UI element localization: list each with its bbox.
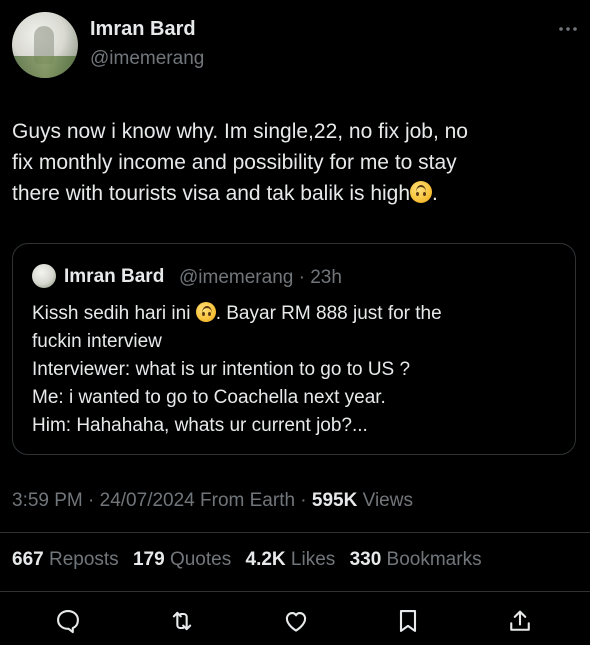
tweet-text: Guys now i know why. Im single,22, no fi… [12,116,572,209]
avatar-foliage [12,56,78,78]
like-icon[interactable] [282,607,310,635]
reply-icon[interactable] [54,607,82,635]
quoted-line: fuckin interview [32,331,162,352]
likes-label: Likes [290,549,336,570]
quoted-line-post: . Bayar RM 888 just for the [215,303,442,324]
action-bar [0,607,590,635]
bookmark-icon[interactable] [394,607,422,635]
quoted-line: Kissh sedih hari ini . Bayar RM 888 just… [32,300,567,328]
quotes-count: 179 [132,549,165,570]
quoted-tweet[interactable]: Imran Bard @imemerang · 23h Kissh sedih … [12,243,576,455]
upside-down-face-emoji-icon [195,302,216,322]
likes-stat[interactable]: 4.2K Likes [246,549,336,570]
reposts-label: Reposts [48,549,119,570]
engagement-stats: 667 Reposts 179 Quotes 4.2K Likes 330 Bo… [12,549,491,571]
tweet-line-tail: . [432,182,438,205]
quotes-label: Quotes [169,549,232,570]
tweet-line: fix monthly income and possibility for m… [12,151,457,174]
tweet-line: Guys now i know why. Im single,22, no fi… [12,120,468,143]
author-avatar[interactable] [12,12,78,78]
quoted-line: Interviewer: what is ur intention to go … [32,359,411,380]
quoted-author-handle-time: @imemerang · 23h [179,267,342,288]
quoted-author-name: Imran Bard [64,266,165,287]
divider [0,532,590,533]
author-name[interactable]: Imran Bard [90,18,196,41]
author-handle[interactable]: @imemerang [90,48,204,70]
tweet-meta: 3:59 PM · 24/07/2024 From Earth · 595K V… [12,490,413,512]
quoted-line: Me: i wanted to go to Coachella next yea… [32,387,386,408]
share-icon[interactable] [506,607,534,635]
views-count: 595K [311,490,358,511]
more-options-icon[interactable] [556,20,580,38]
bookmarks-count: 330 [349,549,382,570]
tweet-line: there with tourists visa and tak balik i… [12,178,572,209]
upside-down-face-emoji-icon [410,181,433,203]
bookmarks-stat[interactable]: 330 Bookmarks [350,549,482,570]
reposts-count: 667 [12,549,44,570]
quotes-stat[interactable]: 179 Quotes [133,549,231,570]
quoted-line: Him: Hahahaha, whats ur current job?... [32,415,368,436]
repost-icon[interactable] [168,607,196,635]
divider [0,591,590,592]
bookmarks-label: Bookmarks [386,549,482,570]
likes-count: 4.2K [245,549,286,570]
quoted-tweet-text: Kissh sedih hari ini . Bayar RM 888 just… [32,300,567,440]
quoted-author-avatar [32,264,56,288]
timestamp-date-source[interactable]: 3:59 PM · 24/07/2024 From Earth · [12,490,312,511]
reposts-stat[interactable]: 667 Reposts [12,549,119,570]
tweet-line-text: there with tourists visa and tak balik i… [12,182,411,205]
quoted-line-pre: Kissh sedih hari ini [32,303,191,324]
views-label: Views [362,490,413,511]
